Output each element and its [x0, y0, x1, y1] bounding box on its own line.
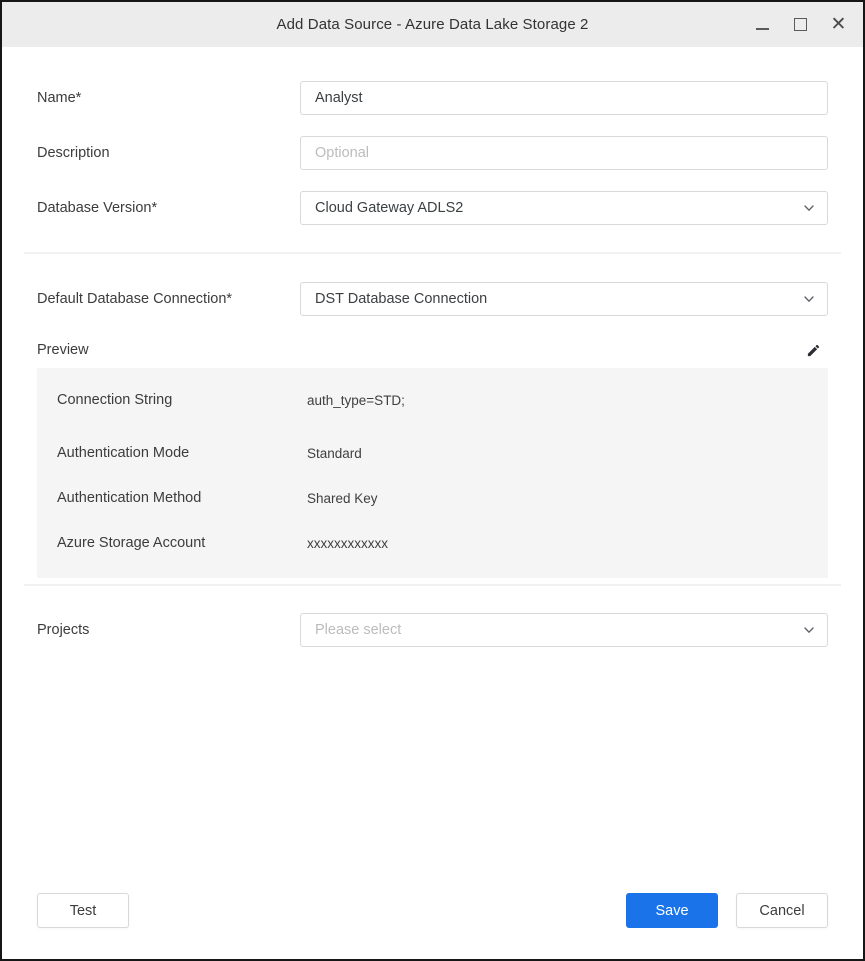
database-version-label: Database Version*: [37, 200, 300, 216]
section-divider: [24, 252, 841, 254]
projects-label: Projects: [37, 622, 300, 638]
preview-row-connection-string: Connection String auth_type=STD;: [57, 368, 828, 408]
preview-row-label: Authentication Mode: [57, 445, 307, 461]
preview-row-label: Connection String: [57, 392, 307, 408]
pencil-icon[interactable]: [804, 341, 822, 359]
preview-row-value: Shared Key: [307, 491, 378, 506]
preview-row-value: xxxxxxxxxxxx: [307, 536, 388, 551]
dialog-body: Name* Description Database Version* Clou…: [2, 47, 863, 959]
description-label: Description: [37, 145, 300, 161]
titlebar: Add Data Source - Azure Data Lake Storag…: [2, 2, 863, 47]
projects-select[interactable]: Please select: [300, 613, 828, 647]
preview-panel: Connection String auth_type=STD; Authent…: [37, 368, 828, 578]
default-connection-label: Default Database Connection*: [37, 291, 300, 307]
preview-row-auth-mode: Authentication Mode Standard: [57, 408, 828, 461]
preview-row-value: auth_type=STD;: [307, 393, 405, 408]
test-button[interactable]: Test: [37, 893, 129, 928]
preview-header: Preview: [37, 340, 828, 360]
preview-row-label: Azure Storage Account: [57, 535, 307, 551]
window-controls: ✕: [754, 2, 847, 47]
database-version-row: Database Version* Cloud Gateway ADLS2: [37, 191, 828, 225]
add-data-source-dialog: Add Data Source - Azure Data Lake Storag…: [0, 0, 865, 961]
description-row: Description: [37, 136, 828, 170]
default-connection-select[interactable]: DST Database Connection: [300, 282, 828, 316]
projects-row: Projects Please select: [37, 613, 828, 647]
maximize-icon[interactable]: [792, 16, 809, 33]
close-icon[interactable]: ✕: [830, 16, 847, 33]
preview-row-value: Standard: [307, 446, 362, 461]
database-version-value: Cloud Gateway ADLS2: [315, 200, 463, 216]
name-row: Name*: [37, 81, 828, 115]
preview-row-label: Authentication Method: [57, 490, 307, 506]
database-version-select[interactable]: Cloud Gateway ADLS2: [300, 191, 828, 225]
save-button[interactable]: Save: [626, 893, 718, 928]
name-label: Name*: [37, 90, 300, 106]
default-connection-value: DST Database Connection: [315, 291, 487, 307]
dialog-footer: Test Save Cancel: [37, 893, 828, 928]
description-input[interactable]: [300, 136, 828, 170]
preview-label: Preview: [37, 342, 89, 358]
cancel-button[interactable]: Cancel: [736, 893, 828, 928]
preview-row-auth-method: Authentication Method Shared Key: [57, 461, 828, 506]
projects-placeholder: Please select: [315, 622, 401, 638]
section-divider: [24, 584, 841, 586]
default-connection-row: Default Database Connection* DST Databas…: [37, 282, 828, 316]
minimize-icon[interactable]: [754, 16, 771, 33]
name-input[interactable]: [300, 81, 828, 115]
preview-row-storage-account: Azure Storage Account xxxxxxxxxxxx: [57, 506, 828, 551]
dialog-title: Add Data Source - Azure Data Lake Storag…: [277, 16, 589, 33]
